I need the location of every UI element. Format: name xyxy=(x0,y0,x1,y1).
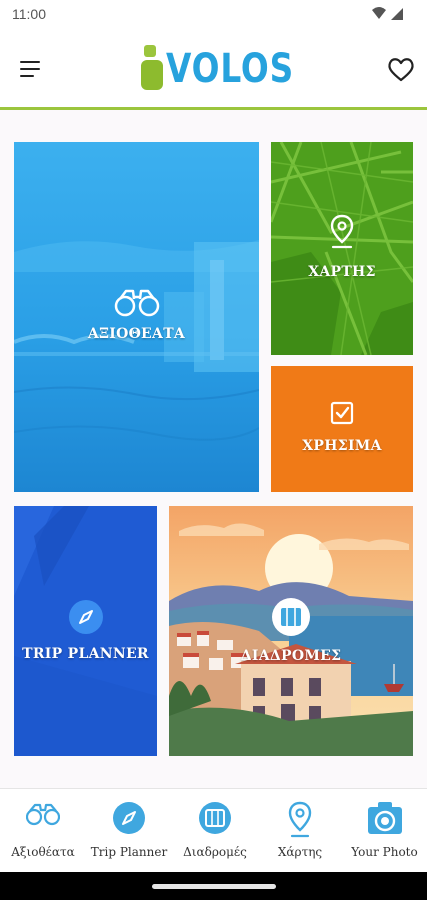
app-logo: VOLOS xyxy=(140,42,293,96)
tile-trip-planner[interactable]: TRIP PLANNER xyxy=(14,506,157,756)
map-pin-icon xyxy=(330,214,354,249)
nav-item-sights[interactable]: Αξιοθέατα xyxy=(0,789,86,873)
tile-map-label: ΧΑΡΤΗΣ xyxy=(308,264,376,280)
tile-useful-label: ΧΡΗΣΙΜΑ xyxy=(302,438,382,454)
tile-useful[interactable]: ΧΡΗΣΙΜΑ xyxy=(271,366,413,492)
bottom-navigation: Αξιοθέατα Trip Planner Διαδρομές Χάρτης xyxy=(0,788,427,872)
binoculars-icon xyxy=(26,803,60,826)
folded-map-icon xyxy=(272,598,310,636)
nav-label-trip-planner: Trip Planner xyxy=(90,845,168,859)
status-time: 11:00 xyxy=(12,6,46,22)
logo-i-mark xyxy=(141,45,163,90)
wifi-icon xyxy=(372,7,386,19)
logo-text: VOLOS xyxy=(166,46,295,92)
tile-map[interactable]: ΧΑΡΤΗΣ xyxy=(271,142,413,355)
nav-label-sights: Αξιοθέατα xyxy=(11,845,75,859)
tile-routes[interactable]: ΔΙΑΔΡΟΜΕΣ xyxy=(169,506,413,756)
header-divider xyxy=(0,107,427,110)
nav-label-map: Χάρτης xyxy=(277,845,323,859)
tile-routes-label: ΔΙΑΔΡΟΜΕΣ xyxy=(240,648,342,664)
compass-icon xyxy=(113,802,145,834)
status-bar: 11:00 xyxy=(0,0,427,30)
nav-item-trip-planner[interactable]: Trip Planner xyxy=(86,789,172,873)
heart-icon xyxy=(388,58,414,82)
tile-sights-label: ΑΞΙΟΘΕΑΤΑ xyxy=(87,326,186,342)
camera-icon xyxy=(367,802,402,834)
binoculars-icon xyxy=(114,289,160,317)
nav-item-map[interactable]: Χάρτης xyxy=(258,789,342,873)
tile-sights[interactable]: ΑΞΙΟΘΕΑΤΑ xyxy=(14,142,259,492)
tile-trip-planner-label: TRIP PLANNER xyxy=(22,646,149,662)
compass-icon xyxy=(69,600,103,634)
favorites-button[interactable] xyxy=(386,56,416,84)
nav-item-routes[interactable]: Διαδρομές xyxy=(172,789,258,873)
cell-signal-icon xyxy=(391,8,403,20)
status-icons xyxy=(372,7,403,20)
nav-label-your-photo: Your Photo xyxy=(351,845,418,859)
menu-button[interactable] xyxy=(18,58,44,80)
nav-label-routes: Διαδρομές xyxy=(183,845,247,859)
hamburger-line xyxy=(20,75,34,78)
nav-item-your-photo[interactable]: Your Photo xyxy=(342,789,427,873)
system-navigation-bar xyxy=(0,872,427,900)
checkbox-icon xyxy=(330,401,354,425)
hamburger-menu-icon xyxy=(20,61,40,64)
home-gesture-handle[interactable] xyxy=(152,884,276,889)
sights-background-art xyxy=(14,142,259,492)
folded-map-icon xyxy=(199,802,231,834)
hamburger-line xyxy=(20,68,40,71)
map-pin-icon xyxy=(288,801,312,838)
